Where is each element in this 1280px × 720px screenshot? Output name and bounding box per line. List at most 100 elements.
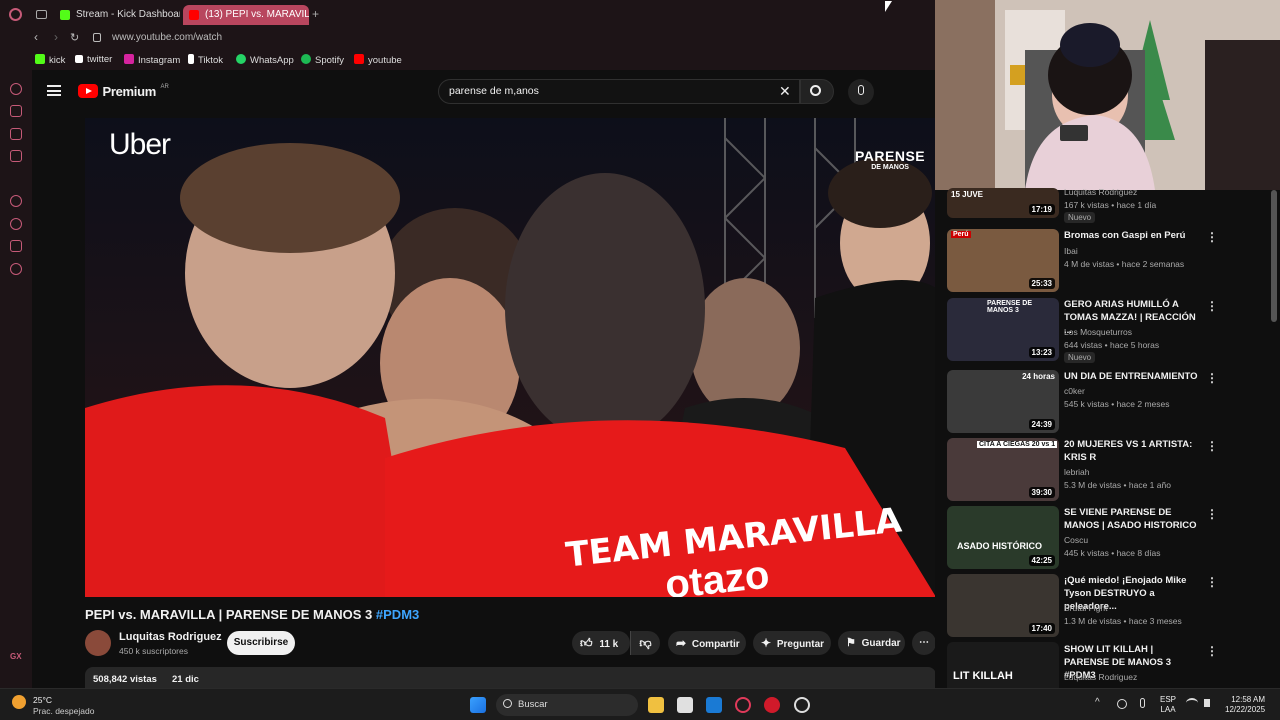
logo-region: AR (160, 84, 169, 90)
search-input[interactable]: parense de m,anos (449, 85, 539, 97)
weather-temperature[interactable]: 25°C (33, 695, 52, 705)
tab-youtube-active[interactable]: (13) PEPI vs. MARAVILLA (183, 5, 309, 25)
list-item-channel[interactable]: Ibai (1064, 246, 1078, 256)
tray-mic-icon[interactable] (1140, 698, 1145, 708)
sidebar-scrollbar[interactable] (1271, 190, 1277, 322)
list-item-thumbnail[interactable]: ASADO HISTÓRICO 42:25 (947, 506, 1059, 569)
weather-icon[interactable] (12, 695, 26, 709)
store-icon[interactable] (677, 697, 693, 713)
list-item-channel[interactable]: Coscu (1064, 535, 1088, 545)
taskbar-search[interactable]: Buscar (496, 694, 638, 716)
bookmark-tiktok[interactable]: Tiktok (188, 54, 223, 66)
list-item-thumbnail[interactable]: Perú 25:33 (947, 229, 1059, 292)
dislike-button[interactable]: 👎︎ (630, 631, 660, 655)
thumbs-up-icon: 👍︎ (580, 636, 593, 650)
channel-name[interactable]: Luquitas Rodriguez (119, 631, 222, 643)
list-item-thumbnail[interactable]: PARENSE DE MANOS 3 13:23 (947, 298, 1059, 361)
list-item-title[interactable]: SE VIENE PARENSE DE MANOS | ASADO HISTOR… (1064, 506, 1199, 532)
url-field[interactable]: www.youtube.com/watch (112, 32, 222, 43)
subscriber-count: 450 k suscriptores (119, 646, 188, 656)
bookmark-whatsapp[interactable]: WhatsApp (236, 54, 294, 66)
list-item-thumbnail[interactable]: 17:40 (947, 574, 1059, 637)
item-menu-icon[interactable]: ⋮ (1206, 644, 1218, 658)
save-button[interactable]: ⚑ Guardar (838, 631, 905, 655)
speaker-icon[interactable] (1204, 699, 1210, 707)
clock[interactable]: 12:58 AM 12/22/2025 (1225, 695, 1265, 715)
rail-extensions-icon[interactable] (10, 240, 22, 252)
workspaces-icon[interactable] (36, 10, 47, 19)
opera-logo-icon[interactable] (9, 8, 22, 21)
bookmark-kick[interactable]: kick (35, 54, 65, 66)
list-item-title[interactable]: UN DIA DE ENTRENAMIENTO (1064, 370, 1199, 383)
list-item-meta: 4 M de vistas • hace 2 semanas (1064, 259, 1185, 269)
opera-gx-icon[interactable] (735, 697, 751, 713)
ask-button[interactable]: ✦ Preguntar (753, 631, 831, 655)
item-menu-icon[interactable]: ⋮ (1206, 575, 1218, 589)
video-player[interactable]: Uber PARENSE DE MANOS TEAM MARAVILLA ota… (85, 118, 936, 597)
list-item-thumbnail[interactable]: 15 JUVE 17:19 (947, 188, 1059, 218)
subscribe-button[interactable]: Suscribirse (227, 631, 295, 655)
rail-heart-icon[interactable] (10, 195, 22, 207)
menu-icon[interactable] (47, 85, 61, 96)
list-item-meta: 644 vistas • hace 5 horas (1064, 340, 1160, 350)
item-menu-icon[interactable]: ⋮ (1206, 299, 1218, 313)
wifi-icon[interactable] (1186, 698, 1198, 708)
channel-avatar[interactable] (85, 630, 111, 656)
language-indicator[interactable]: ESP LAA (1160, 695, 1176, 715)
list-item-channel[interactable]: Los Mosqueturros (1064, 327, 1132, 337)
rail-bag-icon[interactable] (10, 105, 22, 117)
clear-search-icon[interactable]: ✕ (779, 83, 791, 100)
rail-m-icon[interactable] (10, 150, 22, 162)
app-red-icon[interactable] (764, 697, 780, 713)
item-menu-icon[interactable]: ⋮ (1206, 230, 1218, 244)
rail-history-icon[interactable] (10, 218, 22, 230)
bookmark-twitter[interactable]: twitter (75, 54, 112, 65)
hashtag-link[interactable]: #PDM3 (376, 607, 419, 622)
rail-gx-label: GX (10, 652, 22, 661)
youtube-logo[interactable]: Premium AR (78, 83, 169, 101)
search-button[interactable] (800, 79, 834, 104)
lock-icon (93, 33, 101, 42)
new-tab-button[interactable]: + (312, 7, 319, 21)
watermark-logo: PARENSE DE MANOS (855, 148, 926, 171)
list-item-channel[interactable]: Luquitas Rodriguez (1064, 672, 1137, 682)
description-box[interactable]: 508,842 vistas 21 dic (85, 667, 936, 688)
list-item-thumbnail[interactable]: CITA A CIEGAS 20 vs 1 39:30 (947, 438, 1059, 501)
duration-badge: 24:39 (1028, 419, 1055, 430)
kick-favicon-icon (60, 10, 70, 20)
list-item-title[interactable]: Bromas con Gaspi en Perú (1064, 229, 1199, 242)
list-item-channel[interactable]: lebriah (1064, 467, 1090, 477)
list-item-channel[interactable]: Brutal Fight (1064, 603, 1107, 613)
share-button[interactable]: ➦ Compartir (668, 631, 746, 655)
tab-kick-dashboard[interactable]: Stream - Kick Dashboard (54, 5, 180, 25)
like-button[interactable]: 👍︎ 11 k (572, 631, 630, 655)
search-box[interactable]: parense de m,anos ✕ (438, 79, 800, 104)
file-explorer-icon[interactable] (648, 697, 664, 713)
app-gear-icon[interactable] (794, 697, 810, 713)
voice-search-button[interactable] (848, 79, 874, 105)
item-menu-icon[interactable]: ⋮ (1206, 439, 1218, 453)
tray-app-icon[interactable] (1117, 699, 1127, 709)
outlook-icon[interactable] (706, 697, 722, 713)
browser-tab-bar: Stream - Kick Dashboard (13) PEPI vs. MA… (0, 0, 935, 28)
rail-refresh-icon[interactable] (10, 83, 22, 95)
tray-chevron-icon[interactable]: ^ (1095, 697, 1100, 708)
list-item-meta: 167 k vistas • hace 1 día (1064, 200, 1157, 210)
forward-icon[interactable]: › (54, 30, 58, 44)
back-icon[interactable]: ‹ (34, 30, 38, 44)
reload-icon[interactable]: ↻ (70, 31, 79, 44)
list-item-channel[interactable]: c0ker (1064, 386, 1085, 396)
more-actions-button[interactable]: ⋯ (912, 631, 936, 655)
bookmark-instagram[interactable]: Instagram (124, 54, 180, 66)
bookmark-spotify[interactable]: Spotify (301, 54, 344, 66)
list-item-thumbnail[interactable]: LIT KILLAH (947, 642, 1059, 688)
bookmark-youtube[interactable]: youtube (354, 54, 402, 66)
windows-start-icon[interactable] (470, 697, 486, 713)
item-menu-icon[interactable]: ⋮ (1206, 371, 1218, 385)
list-item-channel[interactable]: Luquitas Rodriguez (1064, 187, 1137, 197)
list-item-title[interactable]: 20 MUJERES VS 1 ARTISTA: KRIS R (1064, 438, 1199, 464)
rail-cards-icon[interactable] (10, 128, 22, 140)
rail-settings-icon[interactable] (10, 263, 22, 275)
list-item-thumbnail[interactable]: 24 horas 24:39 (947, 370, 1059, 433)
item-menu-icon[interactable]: ⋮ (1206, 507, 1218, 521)
